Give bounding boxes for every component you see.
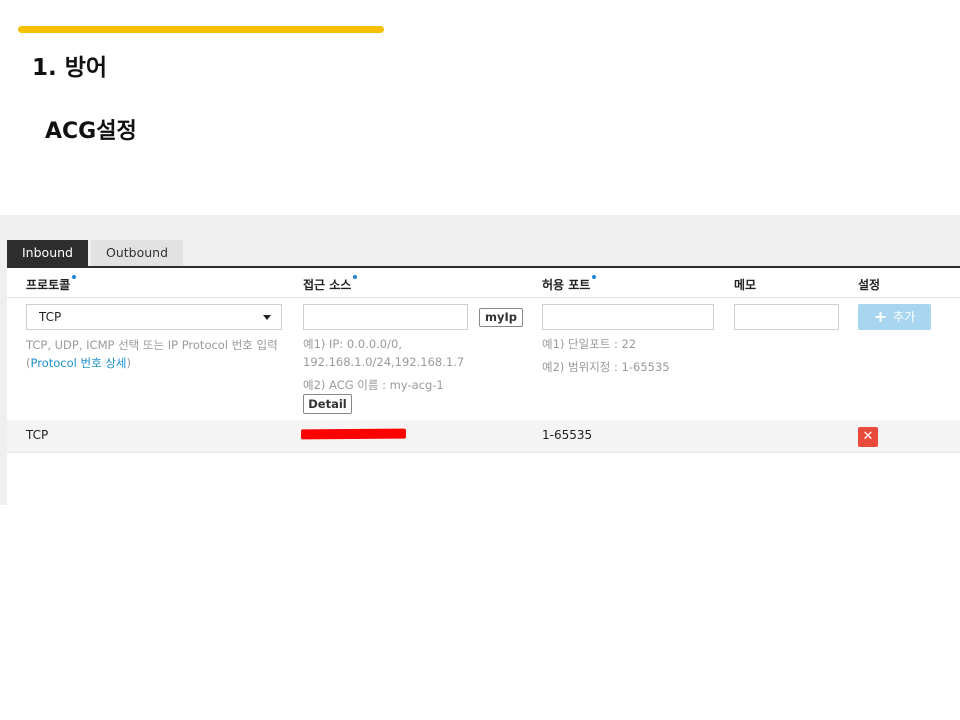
protocol-help-text: TCP, UDP, ICMP 선택 또는 IP Protocol 번호 입력 bbox=[26, 338, 278, 352]
column-header-source: 접근 소스 bbox=[303, 275, 358, 293]
table-row: TCP 1-65535 ✕ bbox=[7, 420, 960, 453]
slide-subtitle: ACG설정 bbox=[45, 119, 137, 144]
column-header-protocol-label: 프로토콜 bbox=[26, 278, 71, 292]
slide-title: 1. 방어 bbox=[32, 55, 108, 81]
delete-rule-button[interactable]: ✕ bbox=[858, 427, 878, 447]
column-header-protocol: 프로토콜 bbox=[26, 275, 77, 293]
column-header-port-label: 허용 포트 bbox=[542, 278, 591, 292]
protocol-select[interactable]: TCP bbox=[26, 304, 282, 330]
column-header-source-label: 접근 소스 bbox=[303, 278, 352, 292]
required-dot-icon bbox=[592, 275, 597, 279]
protocol-help-close: ) bbox=[126, 356, 131, 370]
port-help: 예1) 단일포트 : 22 예2) 범위지정 : 1-65535 bbox=[542, 335, 670, 376]
acg-rule-table: 프로토콜 접근 소스 허용 포트 메모 설정 TCP TCP, UDP, ICM… bbox=[7, 268, 960, 505]
add-rule-button[interactable]: + 추가 bbox=[858, 304, 931, 330]
table-header: 프로토콜 접근 소스 허용 포트 메모 설정 bbox=[7, 268, 960, 298]
rule-input-row: TCP TCP, UDP, ICMP 선택 또는 IP Protocol 번호 … bbox=[7, 298, 960, 421]
source-help-line1: 예1) IP: 0.0.0.0/0, bbox=[303, 337, 402, 351]
memo-input[interactable] bbox=[734, 304, 839, 330]
source-input[interactable] bbox=[303, 304, 468, 330]
protocol-select-value: TCP bbox=[39, 310, 62, 324]
source-help-line3: 예2) ACG 이름 : my-acg-1 bbox=[303, 378, 444, 392]
detail-button[interactable]: Detail bbox=[303, 394, 352, 414]
redacted-source-mark bbox=[300, 428, 407, 440]
plus-icon: + bbox=[873, 307, 888, 326]
port-input[interactable] bbox=[542, 304, 714, 330]
caret-down-icon bbox=[263, 315, 271, 320]
title-accent-bar bbox=[18, 26, 384, 33]
required-dot-icon bbox=[353, 275, 358, 279]
tab-inbound[interactable]: Inbound bbox=[7, 240, 88, 266]
protocol-number-detail-link[interactable]: Protocol 번호 상세 bbox=[31, 356, 127, 370]
close-icon: ✕ bbox=[862, 429, 874, 444]
required-dot-icon bbox=[72, 275, 77, 279]
column-header-settings: 설정 bbox=[858, 278, 881, 292]
source-help-line2: 192.168.1.0/24,192.168.1.7 bbox=[303, 355, 465, 369]
port-help-line1: 예1) 단일포트 : 22 bbox=[542, 337, 637, 351]
add-rule-label: 추가 bbox=[893, 310, 916, 324]
rule-port: 1-65535 bbox=[542, 428, 593, 442]
tab-bar: Inbound Outbound bbox=[7, 240, 184, 266]
source-help: 예1) IP: 0.0.0.0/0, 192.168.1.0/24,192.16… bbox=[303, 335, 464, 394]
acg-panel: Inbound Outbound 프로토콜 접근 소스 허용 포트 메모 설정 … bbox=[0, 215, 960, 505]
rule-protocol: TCP bbox=[26, 428, 49, 442]
port-help-line2: 예2) 범위지정 : 1-65535 bbox=[542, 360, 670, 374]
tab-outbound[interactable]: Outbound bbox=[90, 240, 184, 266]
protocol-help-link-line: (Protocol 번호 상세) bbox=[26, 354, 278, 372]
column-header-port: 허용 포트 bbox=[542, 275, 597, 293]
myip-button[interactable]: myIp bbox=[479, 308, 523, 327]
protocol-help: TCP, UDP, ICMP 선택 또는 IP Protocol 번호 입력 (… bbox=[26, 336, 278, 372]
column-header-memo: 메모 bbox=[734, 278, 757, 292]
